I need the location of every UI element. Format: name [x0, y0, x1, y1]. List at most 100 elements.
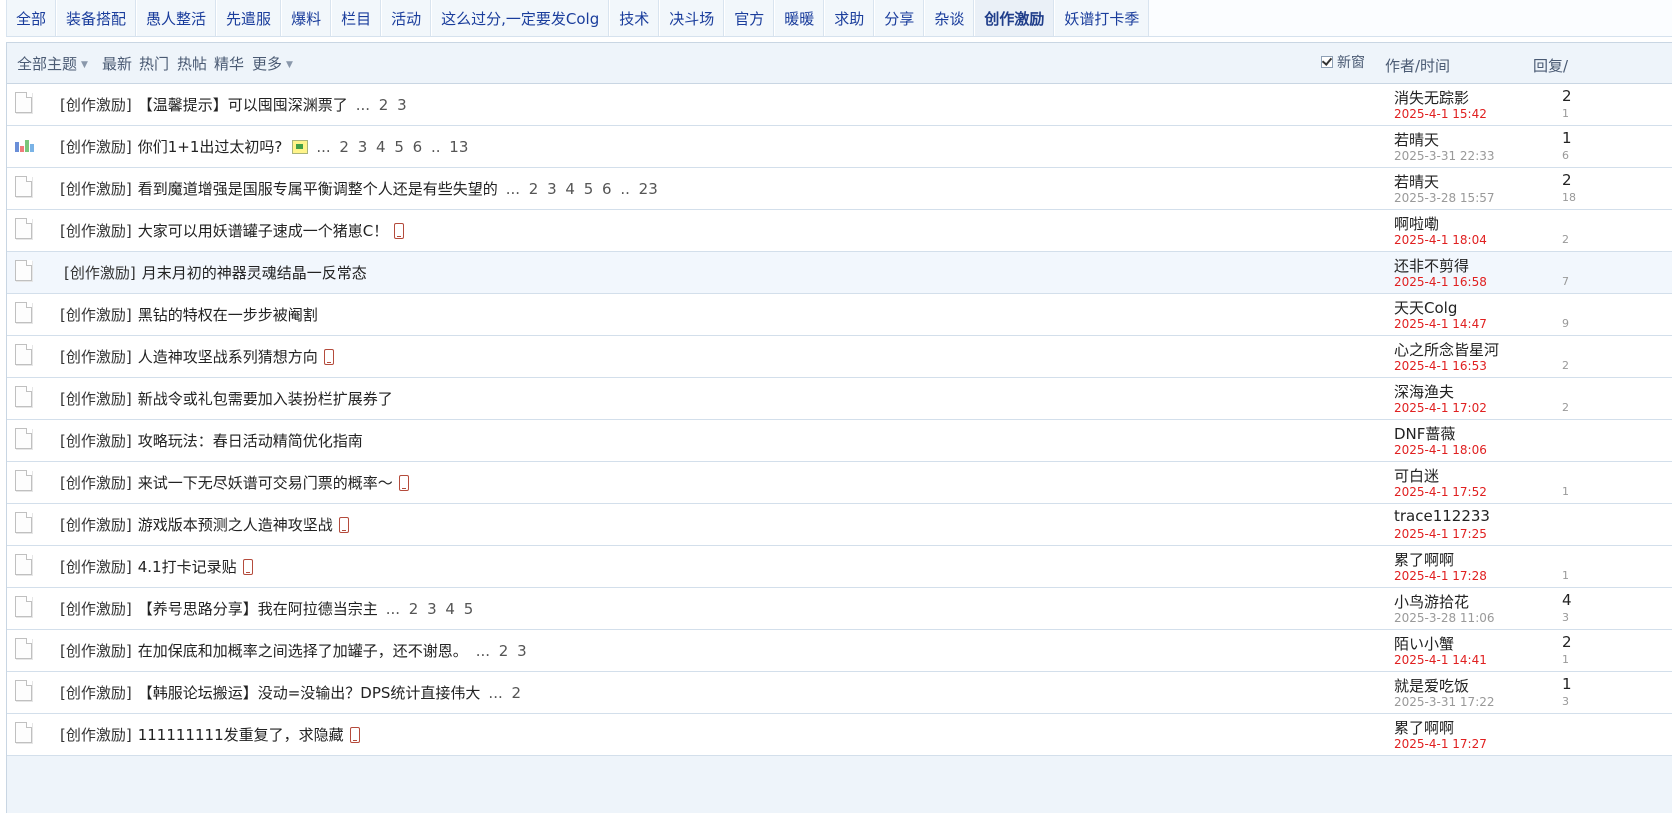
- view-count: 2: [1562, 359, 1569, 372]
- table-row[interactable]: [创作激励] 你们1+1出过太初吗? ... 2 3 4 5 6 .. 13 若晴天 2…: [7, 126, 1672, 168]
- thread-author-link[interactable]: 若晴天: [1394, 171, 1439, 192]
- thread-author-link[interactable]: 若晴天: [1394, 129, 1439, 150]
- filter-hot-posts[interactable]: 热帖: [177, 53, 207, 74]
- new-window-checkbox[interactable]: 新窗: [1321, 52, 1365, 72]
- tab-item[interactable]: 决斗场: [659, 0, 725, 36]
- tab-item[interactable]: 求助: [824, 0, 875, 36]
- thread-author-link[interactable]: 就是爱吃饭: [1394, 675, 1469, 696]
- thread-category-link[interactable]: [创作激励]: [64, 262, 136, 283]
- thread-author-link[interactable]: 可白迷: [1394, 465, 1439, 486]
- thread-title-link[interactable]: 【温馨提示】可以囤囤深渊票了: [138, 94, 348, 115]
- table-row[interactable]: [创作激励] 【养号思路分享】我在阿拉德当宗主 ... 2 3 4 5 小鸟游拾花 20…: [7, 588, 1672, 630]
- table-row[interactable]: [创作激励] 来试一下无尽妖谱可交易门票的概率～ 可白迷 2025-4-1 17:52…: [7, 462, 1672, 504]
- thread-title-link[interactable]: 新战令或礼包需要加入装扮栏扩展券了: [138, 388, 393, 409]
- table-row[interactable]: [创作激励] 新战令或礼包需要加入装扮栏扩展券了 深海渔夫 2025-4-1 17:0…: [7, 378, 1672, 420]
- thread-page-links[interactable]: ... 2 3: [356, 96, 407, 114]
- thread-page-links[interactable]: ... 2 3 4 5: [386, 600, 474, 618]
- thread-author-link[interactable]: 天天Colg: [1394, 297, 1457, 318]
- thread-title-link[interactable]: 攻略玩法：春日活动精简优化指南: [138, 430, 363, 451]
- thread-category-link[interactable]: [创作激励]: [60, 598, 132, 619]
- thread-category-link[interactable]: [创作激励]: [60, 346, 132, 367]
- thread-category-link[interactable]: [创作激励]: [60, 682, 132, 703]
- filter-all-topics[interactable]: 全部主题 ▼: [17, 53, 88, 74]
- table-row[interactable]: [创作激励] 4.1打卡记录贴 累了啊啊 2025-4-1 17:28 1: [7, 546, 1672, 588]
- thread-title-link[interactable]: 【韩服论坛搬运】没动=没输出？DPS统计直接伟大: [138, 682, 481, 703]
- tab-item[interactable]: 暖暖: [774, 0, 825, 36]
- thread-title-link[interactable]: 看到魔道增强是国服专属平衡调整个人还是有些失望的: [138, 178, 498, 199]
- table-row[interactable]: [创作激励] 游戏版本预测之人造神攻坚战 trace112233 2025-4-1 1…: [7, 504, 1672, 546]
- thread-author-link[interactable]: 深海渔夫: [1394, 381, 1454, 402]
- table-row[interactable]: [创作激励] 在加保底和加概率之间选择了加罐子，还不谢恩。... 2 3 陌い小蟹 2…: [7, 630, 1672, 672]
- thread-category-link[interactable]: [创作激励]: [60, 304, 132, 325]
- column-header-reply[interactable]: 回复/: [1533, 55, 1568, 76]
- table-row[interactable]: [创作激励] 【韩服论坛搬运】没动=没输出？DPS统计直接伟大 ... 2 就是爱吃饭…: [7, 672, 1672, 714]
- thread-author-link[interactable]: 陌い小蟹: [1394, 633, 1454, 654]
- table-row[interactable]: [创作激励] 看到魔道增强是国服专属平衡调整个人还是有些失望的 ... 2 3 4 …: [7, 168, 1672, 210]
- thread-category-link[interactable]: [创作激励]: [60, 136, 132, 157]
- thread-author-link[interactable]: 啊啦嘞: [1394, 213, 1439, 234]
- tab-item[interactable]: 创作激励: [974, 0, 1055, 36]
- thread-author-link[interactable]: 消失无踪影: [1394, 87, 1469, 108]
- table-row[interactable]: [创作激励] 111111111发重复了，求隐藏 累了啊啊 2025-4-1 17:2…: [7, 714, 1672, 756]
- thread-category-link[interactable]: [创作激励]: [60, 178, 132, 199]
- view-count: 7: [1562, 275, 1569, 288]
- tab-item[interactable]: 官方: [724, 0, 775, 36]
- thread-author-link[interactable]: DNF蔷薇: [1394, 423, 1455, 444]
- filter-more[interactable]: 更多 ▼: [252, 53, 293, 74]
- table-row[interactable]: [创作激励] 【温馨提示】可以囤囤深渊票了 ... 2 3 消失无踪影 2025-4-1…: [7, 84, 1672, 126]
- thread-title-link[interactable]: 人造神攻坚战系列猜想方向: [138, 346, 318, 367]
- table-row[interactable]: [创作激励] 大家可以用妖谱罐子速成一个猪崽C！ 啊啦嘞 2025-4-1 18:04…: [7, 210, 1672, 252]
- thread-title-link[interactable]: 黑钻的特权在一步步被阉割: [138, 304, 318, 325]
- thread-page-links[interactable]: ... 2: [488, 684, 521, 702]
- thread-title-link[interactable]: 4.1打卡记录贴: [138, 556, 237, 577]
- tab-item[interactable]: 分享: [874, 0, 925, 36]
- tab-item[interactable]: 这么过分,一定要发Colg: [431, 0, 610, 36]
- filter-latest[interactable]: 最新: [102, 53, 132, 74]
- thread-category-link[interactable]: [创作激励]: [60, 640, 132, 661]
- tab-item[interactable]: 装备搭配: [56, 0, 137, 36]
- thread-title-link[interactable]: 在加保底和加概率之间选择了加罐子，还不谢恩。: [138, 640, 468, 661]
- thread-title-link[interactable]: 游戏版本预测之人造神攻坚战: [138, 514, 333, 535]
- table-row[interactable]: [创作激励] 黑钻的特权在一步步被阉割 天天Colg 2025-4-1 14:47 9: [7, 294, 1672, 336]
- tab-item[interactable]: 愚人整活: [136, 0, 217, 36]
- thread-title-link[interactable]: 大家可以用妖谱罐子速成一个猪崽C！: [138, 220, 388, 241]
- thread-page-links[interactable]: ... 2 3 4 5 6 .. 13: [316, 138, 468, 156]
- tab-item[interactable]: 栏目: [331, 0, 382, 36]
- filter-hot[interactable]: 热门: [139, 53, 169, 74]
- thread-category-link[interactable]: [创作激励]: [60, 514, 132, 535]
- tab-item[interactable]: 全部: [6, 0, 57, 36]
- thread-category-link[interactable]: [创作激励]: [60, 472, 132, 493]
- table-row[interactable]: [创作激励] 月末月初的神器灵魂结晶一反常态 还非不剪得 2025-4-1 16:58…: [7, 252, 1672, 294]
- tab-item[interactable]: 活动: [381, 0, 432, 36]
- thread-title-link[interactable]: 你们1+1出过太初吗?: [138, 136, 283, 157]
- thread-category-link[interactable]: [创作激励]: [60, 724, 132, 745]
- thread-category-link[interactable]: [创作激励]: [60, 388, 132, 409]
- thread-category-link[interactable]: [创作激励]: [60, 430, 132, 451]
- chevron-down-icon: ▼: [286, 60, 293, 70]
- tab-item[interactable]: 杂谈: [924, 0, 975, 36]
- thread-title-link[interactable]: 【养号思路分享】我在阿拉德当宗主: [138, 598, 378, 619]
- thread-author-link[interactable]: 累了啊啊: [1394, 549, 1454, 570]
- thread-author-link[interactable]: 小鸟游拾花: [1394, 591, 1469, 612]
- tab-item[interactable]: 爆料: [281, 0, 332, 36]
- thread-title-link[interactable]: 月末月初的神器灵魂结晶一反常态: [142, 262, 367, 283]
- table-row[interactable]: [创作激励] 攻略玩法：春日活动精简优化指南 DNF蔷薇 2025-4-1 18:06: [7, 420, 1672, 462]
- thread-title-link[interactable]: 111111111发重复了，求隐藏: [138, 724, 344, 745]
- tab-item[interactable]: 技术: [609, 0, 660, 36]
- thread-category-link[interactable]: [创作激励]: [60, 94, 132, 115]
- column-header-author[interactable]: 作者/时间: [1385, 55, 1450, 76]
- table-row[interactable]: [创作激励] 人造神攻坚战系列猜想方向 心之所念皆星河 2025-4-1 16:53 2: [7, 336, 1672, 378]
- thread-author-link[interactable]: 心之所念皆星河: [1394, 339, 1499, 360]
- thread-author-link[interactable]: 累了啊啊: [1394, 717, 1454, 738]
- tab-item[interactable]: 妖谱打卡季: [1054, 0, 1150, 36]
- thread-category-link[interactable]: [创作激励]: [60, 556, 132, 577]
- thread-page-links[interactable]: ... 2 3: [476, 642, 527, 660]
- thread-page-links[interactable]: ... 2 3 4 5 6 .. 23: [506, 180, 658, 198]
- thread-author-link[interactable]: trace112233: [1394, 507, 1490, 525]
- filter-digest[interactable]: 精华: [214, 53, 244, 74]
- thread-category-link[interactable]: [创作激励]: [60, 220, 132, 241]
- tab-item[interactable]: 先遣服: [216, 0, 282, 36]
- thread-author-link[interactable]: 还非不剪得: [1394, 255, 1469, 276]
- document-icon: [15, 92, 32, 113]
- thread-title-link[interactable]: 来试一下无尽妖谱可交易门票的概率～: [138, 472, 393, 493]
